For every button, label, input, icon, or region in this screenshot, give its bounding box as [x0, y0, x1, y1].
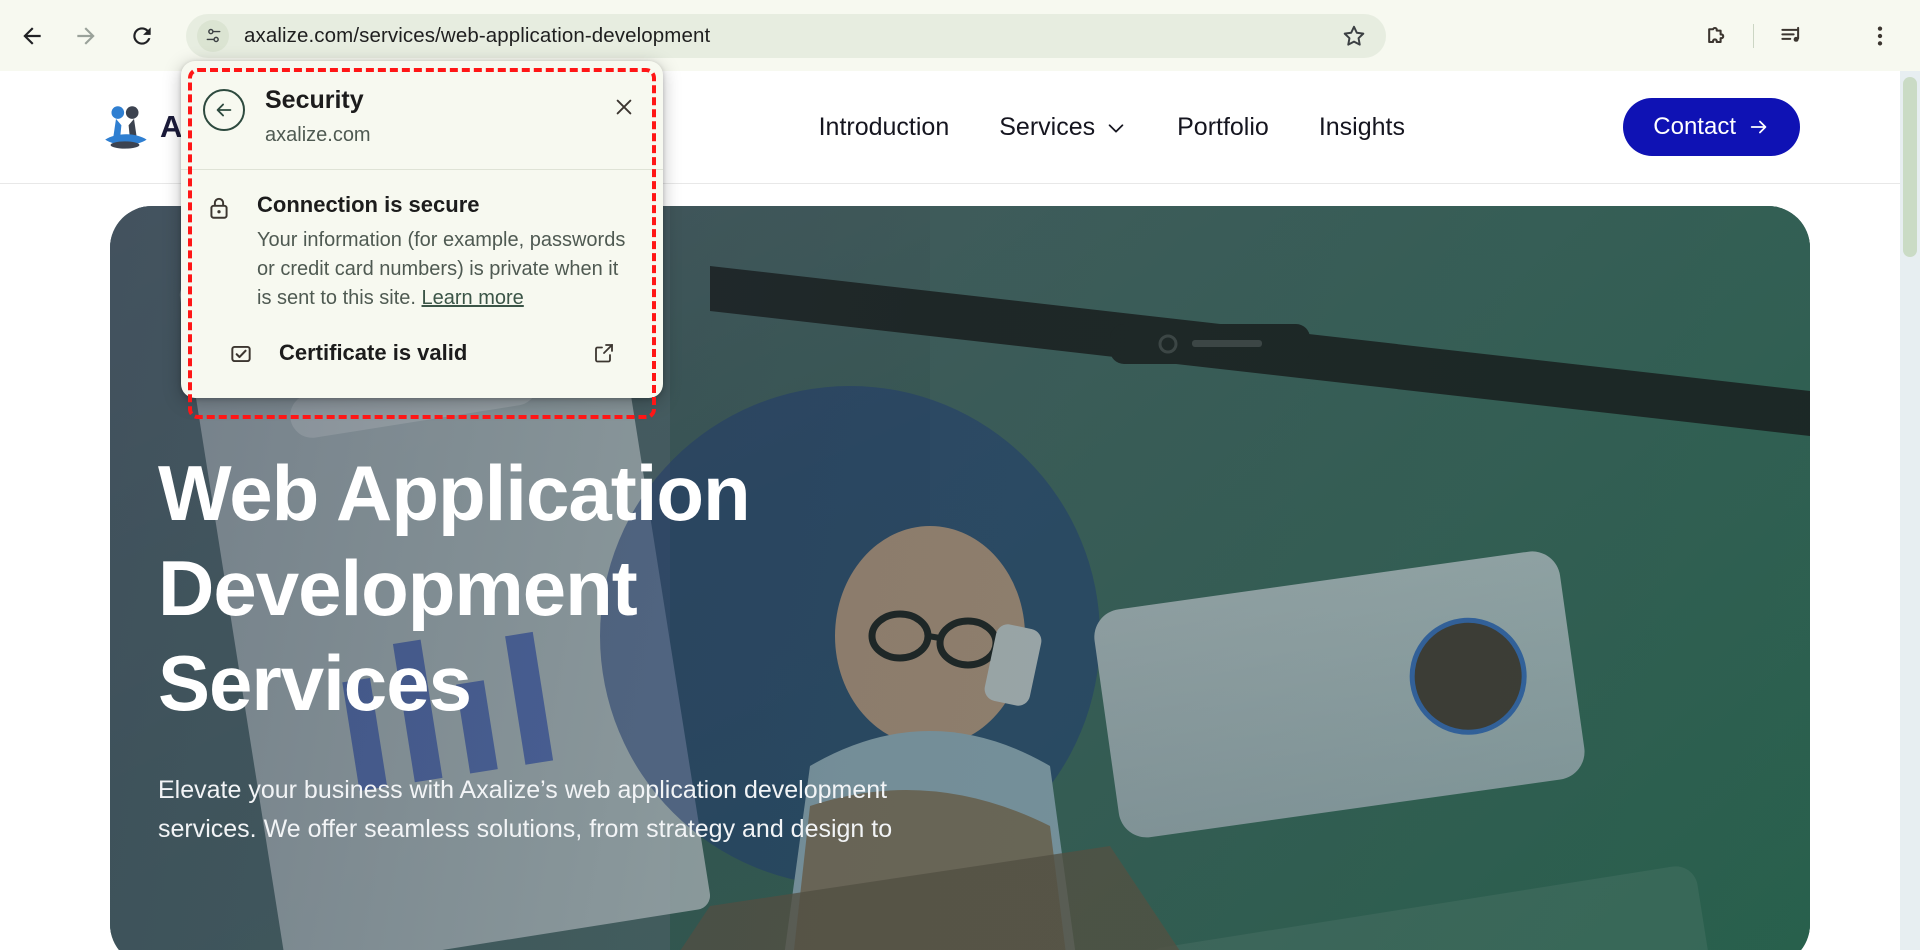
- security-popup-back-button[interactable]: [203, 89, 245, 131]
- arrow-left-circle-icon: [216, 103, 232, 117]
- open-in-new-icon[interactable]: [589, 338, 619, 368]
- toolbar-divider: [1753, 23, 1754, 48]
- toolbar-right-actions: [1691, 0, 1920, 71]
- media-playlist-icon: [1780, 26, 1799, 42]
- hero-title: Web Application Development Services: [158, 449, 751, 728]
- arrow-left-icon: [23, 26, 41, 45]
- certificate-status-row[interactable]: Certificate is valid: [203, 314, 641, 394]
- learn-more-link[interactable]: Learn more: [422, 287, 524, 309]
- nav-item-label: Services: [999, 113, 1096, 141]
- address-bar-text[interactable]: axalize.com/services/web-application-dev…: [244, 24, 1334, 48]
- browser-menu-button[interactable]: [1856, 12, 1904, 60]
- nav-item-introduction[interactable]: Introduction: [819, 113, 950, 142]
- arrow-right-icon: [77, 26, 95, 45]
- nav-item-insights[interactable]: Insights: [1319, 113, 1405, 142]
- close-x-icon: [616, 99, 632, 115]
- contact-cta-label: Contact: [1653, 113, 1736, 140]
- axalize-people-logo: [105, 106, 147, 149]
- tune-settings-icon: [206, 28, 220, 43]
- hero-subtitle: Elevate your business with Axalize’s web…: [158, 776, 893, 844]
- security-popup-header-text: Security axalize.com: [265, 86, 607, 147]
- security-popup-close-button[interactable]: [607, 90, 641, 124]
- connection-status-heading: Connection is secure: [257, 191, 480, 217]
- arrow-right-icon: [1750, 120, 1767, 134]
- browser-back-button[interactable]: [10, 14, 54, 58]
- security-popup-body: Connection is secure Your information (f…: [181, 170, 663, 398]
- nav-item-portfolio[interactable]: Portfolio: [1177, 113, 1269, 142]
- address-bar[interactable]: axalize.com/services/web-application-dev…: [186, 13, 1386, 58]
- browser-forward-button[interactable]: [64, 14, 108, 58]
- security-popup-header: Security axalize.com: [181, 61, 663, 169]
- puzzle-piece-icon: [1707, 27, 1724, 44]
- bookmark-star-button[interactable]: [1334, 16, 1374, 56]
- contact-cta-button[interactable]: Contact: [1623, 98, 1800, 156]
- connection-status-text: Connection is secure Your information (f…: [257, 192, 641, 314]
- browser-reload-button[interactable]: [120, 14, 164, 58]
- three-dot-menu-icon: [1877, 25, 1883, 46]
- nav-item-label: Portfolio: [1177, 113, 1269, 141]
- site-navigation: Introduction Services Portfolio Insights: [819, 71, 1405, 184]
- lock-closed-icon: [203, 195, 235, 221]
- extensions-button[interactable]: [1691, 12, 1739, 60]
- page-scrollbar-thumb[interactable]: [1903, 77, 1917, 257]
- hero-content: Web Application Development Services Ele…: [158, 446, 958, 849]
- reload-icon: [133, 26, 151, 45]
- connection-status-row: Connection is secure Your information (f…: [203, 192, 641, 314]
- security-popup-title: Security: [265, 86, 364, 114]
- site-information-button[interactable]: [197, 19, 229, 52]
- nav-item-label: Insights: [1318, 113, 1405, 141]
- security-popup-origin: axalize.com: [265, 123, 371, 146]
- chevron-down-icon: [1108, 123, 1124, 133]
- certificate-status-label: Certificate is valid: [279, 339, 468, 365]
- star-icon: [1343, 25, 1365, 46]
- nav-item-label: Introduction: [818, 113, 950, 141]
- page-scrollbar[interactable]: [1900, 71, 1920, 950]
- media-control-button[interactable]: [1768, 12, 1816, 60]
- certificate-checkbox-icon: [225, 341, 257, 367]
- site-security-popup: Security axalize.com Connection is secur…: [181, 61, 663, 398]
- nav-item-services[interactable]: Services: [999, 113, 1127, 142]
- connection-status-description: Your information (for example, passwords…: [257, 226, 629, 314]
